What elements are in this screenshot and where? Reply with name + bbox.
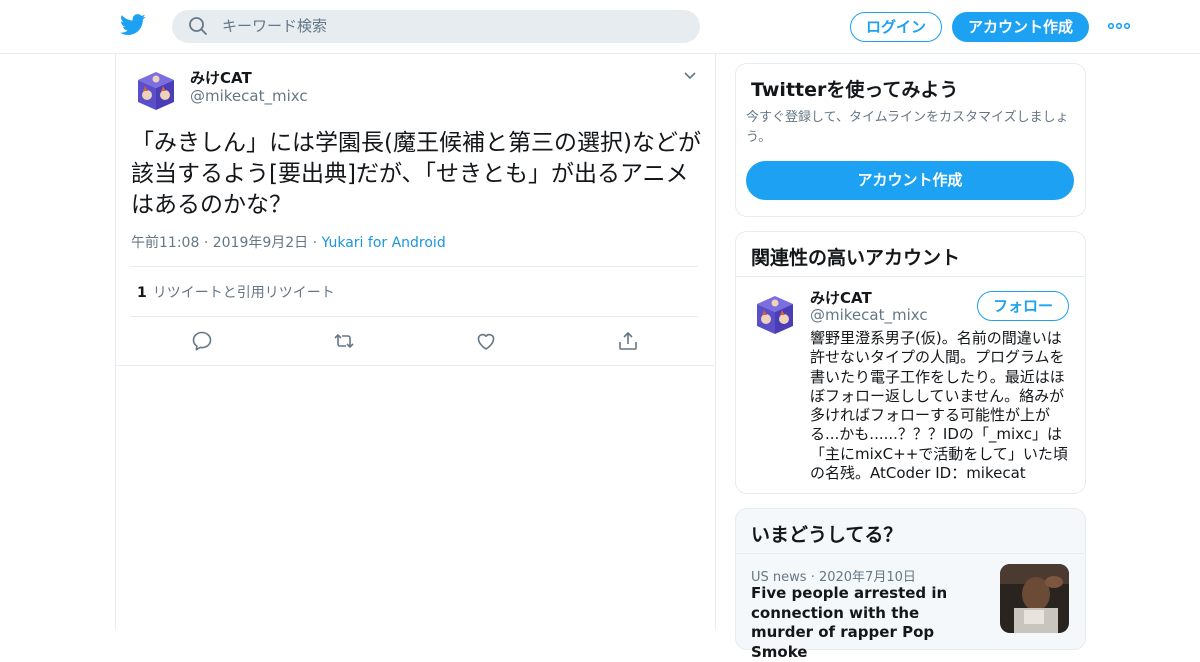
retweet-stats[interactable]: 1 リツイートと引用リツイート xyxy=(137,282,335,302)
signup-card-description: 今すぐ登録して、タイムラインをカスタマイズしましょう。 xyxy=(746,110,1069,145)
signup-button[interactable]: アカウント作成 xyxy=(952,12,1089,42)
related-account-name[interactable]: みけCAT xyxy=(810,287,872,308)
trend-meta: US news · 2020年7月10日 xyxy=(751,566,916,585)
more-dots-icon[interactable] xyxy=(1107,18,1131,34)
divider xyxy=(130,316,698,317)
login-button[interactable]: ログイン xyxy=(850,12,942,42)
avatar[interactable] xyxy=(134,69,178,113)
related-account-handle[interactable]: @mikecat_mixc xyxy=(810,306,928,324)
tweet-text: 「みきしん」には学園長(魔王候補と第三の選択)などが該当するよう[要出典]だが、… xyxy=(131,130,701,218)
reply-icon[interactable] xyxy=(191,330,213,352)
follow-button[interactable]: フォロー xyxy=(977,291,1069,321)
search-input[interactable] xyxy=(222,14,682,38)
related-accounts-title: 関連性の高いアカウント xyxy=(751,247,961,269)
divider xyxy=(736,553,1084,554)
meta-separator: · xyxy=(312,235,318,251)
meta-separator: · xyxy=(810,570,815,585)
search-icon xyxy=(189,17,207,35)
divider xyxy=(116,365,714,366)
tweet-author-handle[interactable]: @mikecat_mixc xyxy=(190,87,308,105)
signup-card-title: Twitterを使ってみよう xyxy=(751,79,959,101)
trend-category: US news xyxy=(751,570,807,585)
divider xyxy=(736,276,1084,277)
retweet-label: リツイートと引用リツイート xyxy=(152,285,335,301)
tweet-author-name[interactable]: みけCAT xyxy=(190,67,252,88)
tweet-meta: 午前11:08 · 2019年9月2日 · Yukari for Android xyxy=(131,232,446,252)
trends-title: いまどうしてる？ xyxy=(751,524,903,546)
tweet-source-link[interactable]: Yukari for Android xyxy=(322,235,446,251)
twitter-bird-icon[interactable] xyxy=(120,14,146,36)
retweet-count: 1 xyxy=(137,285,147,301)
avatar[interactable] xyxy=(753,293,797,337)
trend-thumbnail[interactable] xyxy=(1000,564,1069,633)
retweet-icon[interactable] xyxy=(333,330,355,352)
tweet-time[interactable]: 午前11:08 xyxy=(131,235,199,251)
signup-card-button[interactable]: アカウント作成 xyxy=(746,161,1074,200)
share-icon[interactable] xyxy=(617,330,639,352)
chevron-down-icon[interactable] xyxy=(683,70,697,82)
meta-separator: · xyxy=(203,235,209,251)
trend-date: 2020年7月10日 xyxy=(818,570,916,585)
tweet-date[interactable]: 2019年9月2日 xyxy=(213,235,308,251)
trend-headline[interactable]: Five people arrested in connection with … xyxy=(751,584,986,662)
like-icon[interactable] xyxy=(475,330,497,352)
divider xyxy=(130,266,698,267)
related-account-bio: 響野里澄系男子(仮)。名前の間違いは許せないタイプの人間。プログラムを書いたり電… xyxy=(810,329,1068,483)
